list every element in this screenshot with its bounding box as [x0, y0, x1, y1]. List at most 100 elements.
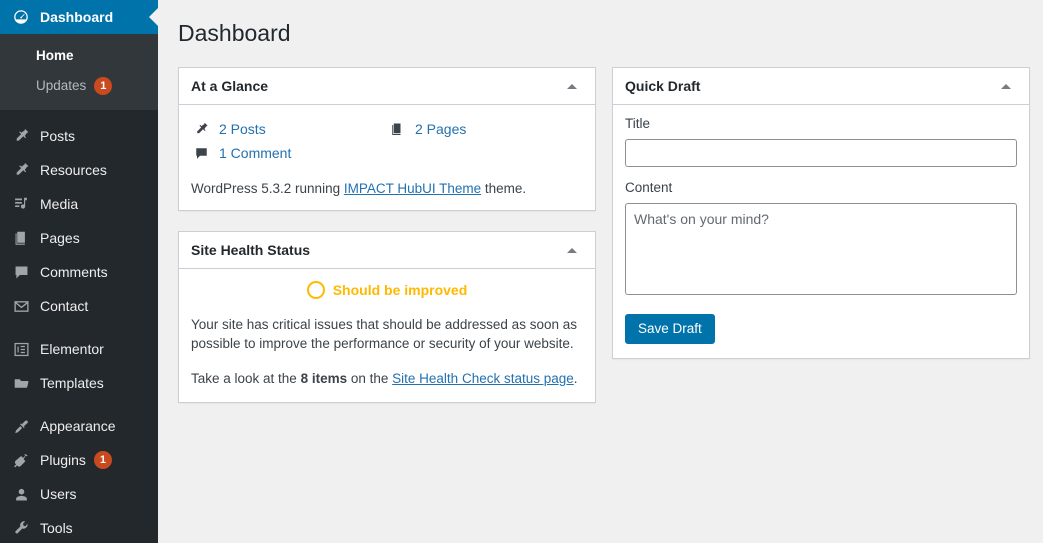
comment-icon — [191, 146, 211, 161]
sidebar-item-comments-label: Comments — [40, 264, 108, 280]
sidebar-item-plugins[interactable]: Plugins 1 — [0, 443, 158, 477]
theme-link[interactable]: IMPACT HubUI Theme — [344, 181, 481, 196]
folder-icon — [11, 373, 31, 393]
sidebar-item-comments[interactable]: Comments — [0, 255, 158, 289]
glance-list: 2 Posts 2 Pages 1 Comment — [191, 117, 583, 165]
site-health-header: Site Health Status — [179, 232, 595, 269]
pages-count-link[interactable]: 2 Pages — [415, 121, 466, 137]
user-icon — [11, 484, 31, 504]
sidebar-item-templates[interactable]: Templates — [0, 366, 158, 400]
version-info: WordPress 5.3.2 running IMPACT HubUI The… — [191, 179, 583, 198]
site-health-cta: Take a look at the 8 items on the Site H… — [191, 369, 583, 388]
sidebar-separator — [0, 400, 158, 409]
save-draft-button[interactable]: Save Draft — [625, 314, 715, 344]
sidebar-item-media-label: Media — [40, 196, 79, 212]
media-icon — [11, 194, 31, 214]
quick-draft-panel: Quick Draft Title Content Save Draft — [612, 67, 1030, 359]
sidebar-separator — [0, 323, 158, 332]
admin-screen: Dashboard Home Updates 1 Posts Resources… — [0, 0, 1043, 543]
admin-sidebar: Dashboard Home Updates 1 Posts Resources… — [0, 0, 158, 543]
site-health-title: Site Health Status — [191, 242, 311, 258]
sidebar-item-users[interactable]: Users — [0, 477, 158, 511]
cta-prefix: Take a look at the — [191, 371, 301, 386]
site-health-body: Should be improved Your site has critica… — [179, 269, 595, 402]
chevron-up-icon[interactable] — [995, 75, 1017, 97]
dashboard-submenu: Home Updates 1 — [0, 34, 158, 110]
cta-middle: on the — [347, 371, 393, 386]
chevron-up-glyph — [1001, 83, 1011, 89]
elementor-icon — [11, 339, 31, 359]
version-prefix: WordPress 5.3.2 running — [191, 181, 344, 196]
sidebar-subitem-updates-label: Updates — [36, 78, 87, 93]
site-health-check-link[interactable]: Site Health Check status page — [392, 371, 574, 386]
chevron-up-icon[interactable] — [561, 239, 583, 261]
pin-icon — [11, 160, 31, 180]
sidebar-item-elementor[interactable]: Elementor — [0, 332, 158, 366]
quick-draft-actions: Save Draft — [625, 314, 1017, 344]
status-ring-icon — [306, 281, 325, 299]
quick-draft-title: Quick Draft — [625, 78, 701, 94]
sidebar-subitem-updates[interactable]: Updates 1 — [0, 71, 158, 101]
chevron-up-glyph — [567, 83, 577, 89]
sidebar-subitem-home-label: Home — [36, 48, 74, 63]
sidebar-item-resources[interactable]: Resources — [0, 153, 158, 187]
plug-icon — [11, 450, 31, 470]
sidebar-item-templates-label: Templates — [40, 375, 104, 391]
main-content: Dashboard At a Glance 2 Posts 2 Pages 1 … — [158, 0, 1043, 543]
site-health-panel: Site Health Status Should be improved Yo… — [178, 231, 596, 403]
quick-draft-body: Title Content Save Draft — [613, 105, 1029, 358]
cta-count: 8 items — [300, 371, 348, 386]
sidebar-item-contact[interactable]: Contact — [0, 289, 158, 323]
quick-draft-header: Quick Draft — [613, 68, 1029, 105]
pages-icon — [11, 228, 31, 248]
paintbrush-icon — [11, 416, 31, 436]
plugins-count-badge: 1 — [93, 451, 112, 469]
status-badge: Should be improved — [191, 281, 583, 299]
sidebar-item-elementor-label: Elementor — [40, 341, 104, 357]
sidebar-item-posts-label: Posts — [40, 128, 76, 144]
comment-icon — [11, 262, 31, 282]
list-item: 2 Posts — [191, 117, 387, 141]
title-field-label: Title — [625, 116, 651, 131]
page-title: Dashboard — [178, 20, 291, 46]
envelope-icon — [11, 296, 31, 316]
list-item: 1 Comment — [191, 141, 387, 165]
sidebar-item-plugins-label: Plugins — [40, 452, 86, 468]
dashboard-columns: At a Glance 2 Posts 2 Pages 1 Comment Wo… — [178, 67, 1030, 423]
sidebar-item-posts[interactable]: Posts — [0, 119, 158, 153]
cta-suffix: . — [573, 371, 578, 386]
pin-icon — [191, 122, 211, 137]
sidebar-item-pages-label: Pages — [40, 230, 80, 246]
at-a-glance-header: At a Glance — [179, 68, 595, 105]
chevron-up-icon[interactable] — [561, 75, 583, 97]
field-spacer — [625, 167, 1017, 179]
sidebar-item-media[interactable]: Media — [0, 187, 158, 221]
sidebar-separator — [0, 110, 158, 119]
comments-count-link[interactable]: 1 Comment — [219, 145, 291, 161]
sidebar-item-tools-label: Tools — [40, 520, 73, 536]
sidebar-item-appearance[interactable]: Appearance — [0, 409, 158, 443]
at-a-glance-body: 2 Posts 2 Pages 1 Comment WordPress 5.3.… — [179, 105, 595, 210]
site-health-description: Your site has critical issues that shoul… — [191, 317, 577, 351]
updates-count-badge: 1 — [94, 77, 113, 95]
at-a-glance-panel: At a Glance 2 Posts 2 Pages 1 Comment Wo… — [178, 67, 596, 211]
sidebar-item-users-label: Users — [40, 486, 77, 502]
sidebar-subitem-home[interactable]: Home — [0, 41, 158, 71]
posts-count-link[interactable]: 2 Posts — [219, 121, 266, 137]
draft-content-textarea[interactable] — [625, 203, 1017, 295]
draft-title-input[interactable] — [625, 139, 1017, 167]
wrench-icon — [11, 518, 31, 538]
pages-icon — [387, 122, 407, 137]
sidebar-item-pages[interactable]: Pages — [0, 221, 158, 255]
dashboard-column-left: At a Glance 2 Posts 2 Pages 1 Comment Wo… — [178, 67, 596, 423]
list-item: 2 Pages — [387, 117, 583, 141]
sidebar-item-tools[interactable]: Tools — [0, 511, 158, 543]
pin-icon — [11, 126, 31, 146]
version-suffix: theme. — [481, 181, 527, 196]
content-field-label: Content — [625, 180, 673, 195]
dashboard-column-right: Quick Draft Title Content Save Draft — [612, 67, 1030, 379]
at-a-glance-title: At a Glance — [191, 78, 269, 94]
sidebar-item-dashboard[interactable]: Dashboard — [0, 0, 158, 34]
sidebar-item-appearance-label: Appearance — [40, 418, 116, 434]
sidebar-item-contact-label: Contact — [40, 298, 89, 314]
